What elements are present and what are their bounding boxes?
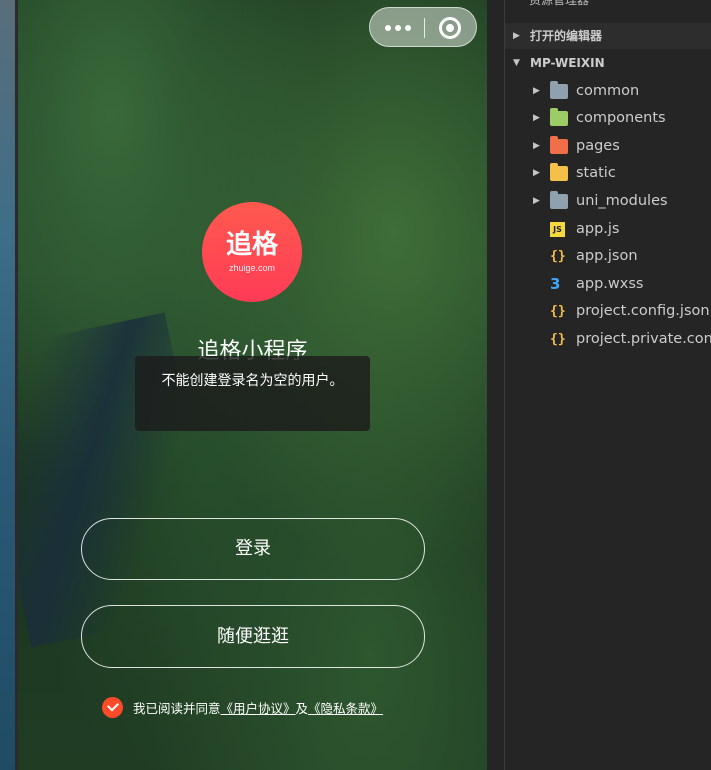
- agreement-and: 及: [295, 700, 309, 716]
- tree-item-common[interactable]: ▶ common: [505, 78, 711, 105]
- folder-icon: [550, 81, 568, 99]
- tree-item-static[interactable]: ▶ static: [505, 160, 711, 187]
- desktop-edge: [0, 0, 18, 770]
- logo-domain: zhuige.com: [228, 263, 276, 273]
- chevron-right-icon: ▶: [513, 31, 520, 41]
- chevron-right-icon: ▶: [533, 141, 540, 151]
- app-logo: 追格 zhuige.com: [202, 202, 302, 302]
- components-folder-icon: [550, 108, 568, 126]
- tree-item-uni-modules[interactable]: ▶ uni_modules: [505, 188, 711, 215]
- tree-item-components[interactable]: ▶ components: [505, 105, 711, 132]
- open-editors-label: 打开的编辑器: [530, 29, 603, 43]
- json-file-icon: {}: [550, 304, 566, 319]
- logo-text: 追格: [225, 230, 278, 260]
- agreement-prefix: 我已阅读并同意: [133, 700, 221, 716]
- chevron-right-icon: ▶: [533, 113, 540, 123]
- browse-button[interactable]: 随便逛逛: [81, 605, 425, 668]
- tree-item-project-config[interactable]: {} project.config.json: [505, 298, 711, 325]
- phone-simulator: 追格 zhuige.com 追格小程序 不能创建登录名为空的用户。 登录 随便逛…: [18, 0, 487, 770]
- toast-message: 不能创建登录名为空的用户。: [135, 356, 370, 431]
- json-file-icon: {}: [550, 332, 566, 347]
- miniprogram-capsule: [369, 7, 477, 47]
- privacy-policy-link[interactable]: 《隐私条款》: [308, 698, 383, 717]
- js-file-icon: JS: [550, 222, 565, 237]
- pages-folder-icon: [550, 136, 568, 154]
- open-editors-section[interactable]: ▶ 打开的编辑器: [505, 23, 711, 49]
- folder-icon: [550, 191, 568, 209]
- tree-item-project-private-config[interactable]: {} project.private.config.json: [505, 326, 711, 353]
- tree-item-app-wxss[interactable]: 3 app.wxss: [505, 271, 711, 298]
- close-miniprogram-icon[interactable]: [439, 17, 461, 39]
- explorer-title: 资源管理器: [529, 0, 590, 7]
- file-explorer: 资源管理器 ▶ 打开的编辑器 ▼ MP-WEIXIN ▶ common ▶ co…: [505, 0, 711, 770]
- tree-item-app-js[interactable]: JS app.js: [505, 216, 711, 243]
- tree-item-pages[interactable]: ▶ pages: [505, 133, 711, 160]
- project-section[interactable]: ▼ MP-WEIXIN: [505, 50, 711, 76]
- chevron-right-icon: ▶: [533, 86, 540, 96]
- panel-gap: [487, 0, 505, 770]
- json-file-icon: {}: [550, 249, 566, 264]
- css-file-icon: 3: [550, 275, 561, 293]
- more-icon[interactable]: [385, 21, 415, 35]
- tree-item-app-json[interactable]: {} app.json: [505, 243, 711, 270]
- project-label: MP-WEIXIN: [530, 56, 605, 70]
- user-agreement-link[interactable]: 《用户协议》: [221, 698, 296, 717]
- chevron-right-icon: ▶: [533, 168, 540, 178]
- login-button[interactable]: 登录: [81, 518, 425, 580]
- agreement-row: 我已阅读并同意 《用户协议》 及 《隐私条款》: [102, 696, 383, 718]
- agree-checkbox[interactable]: [102, 696, 123, 718]
- chevron-right-icon: ▶: [533, 196, 540, 206]
- chevron-down-icon: ▼: [513, 58, 520, 68]
- static-folder-icon: [550, 163, 568, 181]
